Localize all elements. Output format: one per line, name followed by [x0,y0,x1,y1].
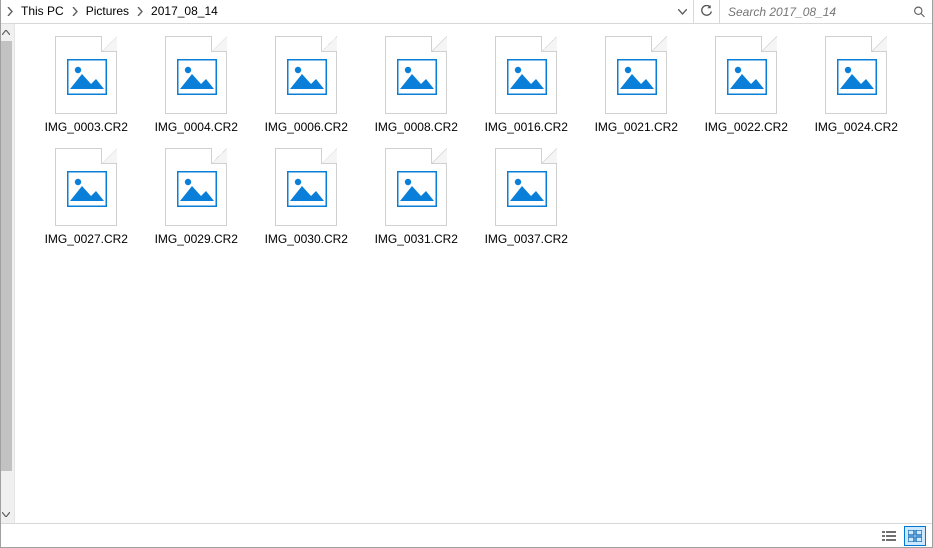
status-bar [1,523,932,547]
file-name-label: IMG_0004.CR2 [155,120,238,134]
file-name-label: IMG_0008.CR2 [375,120,458,134]
chevron-right-icon[interactable] [3,0,17,23]
file-item[interactable]: IMG_0008.CR2 [373,36,459,134]
image-file-icon [55,36,117,114]
file-name-label: IMG_0006.CR2 [265,120,348,134]
file-name-label: IMG_0030.CR2 [265,232,348,246]
file-item[interactable]: IMG_0029.CR2 [153,148,239,246]
page-fold-icon [321,148,337,164]
file-list-pane[interactable]: IMG_0003.CR2 IMG_0004.CR2 IMG_0006.CR2 I… [15,24,932,523]
image-file-icon [495,148,557,226]
file-item[interactable]: IMG_0027.CR2 [43,148,129,246]
breadcrumb-segment[interactable]: Pictures [82,0,133,23]
image-file-icon [165,36,227,114]
search-box[interactable] [720,0,932,23]
view-details-button[interactable] [878,526,900,546]
file-name-label: IMG_0027.CR2 [45,232,128,246]
page-fold-icon [761,36,777,52]
file-name-label: IMG_0021.CR2 [595,120,678,134]
page-fold-icon [211,36,227,52]
file-grid: IMG_0003.CR2 IMG_0004.CR2 IMG_0006.CR2 I… [43,36,932,246]
page-fold-icon [871,36,887,52]
file-item[interactable]: IMG_0006.CR2 [263,36,349,134]
file-name-label: IMG_0024.CR2 [815,120,898,134]
page-fold-icon [101,148,117,164]
file-item[interactable]: IMG_0004.CR2 [153,36,239,134]
image-file-icon [275,36,337,114]
file-item[interactable]: IMG_0024.CR2 [813,36,899,134]
file-item[interactable]: IMG_0022.CR2 [703,36,789,134]
chevron-right-icon[interactable] [68,0,82,23]
image-file-icon [715,36,777,114]
explorer-window: This PC Pictures 2017_08_14 [0,0,933,548]
breadcrumb-segment[interactable]: This PC [17,0,68,23]
file-name-label: IMG_0016.CR2 [485,120,568,134]
image-file-icon [605,36,667,114]
navigation-pane[interactable]: R [1,24,15,523]
image-file-icon [495,36,557,114]
view-large-icons-button[interactable] [904,526,926,546]
file-item[interactable]: IMG_0003.CR2 [43,36,129,134]
page-fold-icon [211,148,227,164]
breadcrumb-segment[interactable]: 2017_08_14 [147,0,222,23]
page-fold-icon [321,36,337,52]
scroll-up-button[interactable] [1,24,14,41]
file-name-label: IMG_0003.CR2 [45,120,128,134]
file-name-label: IMG_0029.CR2 [155,232,238,246]
file-name-label: IMG_0022.CR2 [705,120,788,134]
page-fold-icon [541,36,557,52]
address-history-dropdown[interactable] [671,0,693,23]
file-item[interactable]: IMG_0031.CR2 [373,148,459,246]
search-input[interactable] [720,0,932,23]
file-item[interactable]: IMG_0021.CR2 [593,36,679,134]
page-fold-icon [651,36,667,52]
image-file-icon [165,148,227,226]
file-item[interactable]: IMG_0037.CR2 [483,148,569,246]
scroll-thumb[interactable] [1,41,12,471]
image-file-icon [825,36,887,114]
page-fold-icon [541,148,557,164]
file-item[interactable]: IMG_0016.CR2 [483,36,569,134]
file-item[interactable]: IMG_0030.CR2 [263,148,349,246]
page-fold-icon [431,148,447,164]
scroll-down-button[interactable] [1,506,14,523]
explorer-body: R IMG_0003.CR2 [1,24,932,523]
nav-scrollbar[interactable] [1,24,14,523]
page-fold-icon [431,36,447,52]
refresh-button[interactable] [694,0,720,23]
chevron-right-icon[interactable] [133,0,147,23]
page-fold-icon [101,36,117,52]
file-name-label: IMG_0037.CR2 [485,232,568,246]
image-file-icon [55,148,117,226]
image-file-icon [275,148,337,226]
image-file-icon [385,36,447,114]
file-name-label: IMG_0031.CR2 [375,232,458,246]
search-icon[interactable] [913,5,926,18]
address-bar-row: This PC Pictures 2017_08_14 [1,0,932,24]
image-file-icon [385,148,447,226]
breadcrumb[interactable]: This PC Pictures 2017_08_14 [1,0,694,23]
